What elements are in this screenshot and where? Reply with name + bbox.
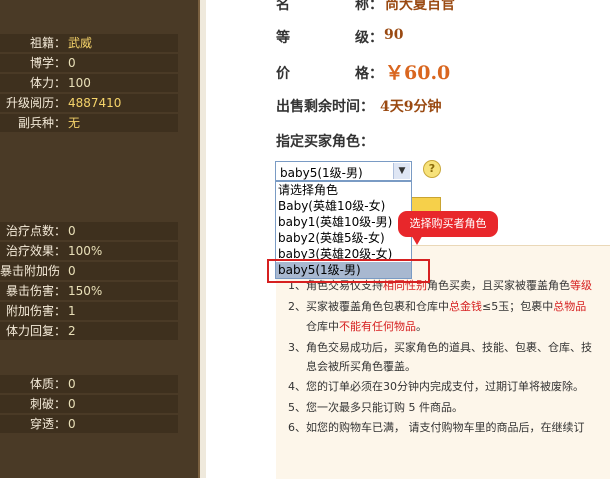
- stat-value: 0: [68, 224, 76, 238]
- price-label-right: 格：: [355, 66, 383, 82]
- stat-row: 暴击附加伤害：0: [0, 262, 178, 296]
- stat-row: 附加伤害： 1: [0, 302, 178, 320]
- stat-row: 副兵种：无: [0, 114, 178, 132]
- stat-label: 体力回复：: [5, 324, 66, 338]
- stat-row: 博学： 0: [0, 54, 178, 72]
- stat-value: 0: [68, 397, 76, 411]
- stat-row: 治疗点数： 0: [0, 222, 178, 240]
- role-option[interactable]: baby1(英雄10级-男): [276, 214, 411, 230]
- callout-tooltip: 选择购买者角色: [398, 211, 498, 237]
- stat-label: 体力：: [29, 76, 66, 90]
- stat-value: 1: [68, 304, 76, 318]
- name-label-right: 称：: [355, 0, 383, 13]
- time-remaining-label: 出售剩余时间：: [276, 99, 374, 115]
- stat-row: 祖籍： 武威: [0, 34, 178, 52]
- note-2-cont: 仓库中不能有任何物品。: [306, 320, 427, 333]
- panel-divider: [200, 0, 206, 478]
- note-2: 2、买家被覆盖角色包裹和仓库中总金钱≤5玉；包裹中总物品: [288, 300, 587, 313]
- stat-row: 升级阅历： 4887410: [0, 94, 178, 112]
- buyer-role-select[interactable]: baby5(1级-男) ▼: [275, 161, 412, 181]
- stat-label: 升级阅历：: [5, 96, 66, 110]
- item-price-value: ￥60.0: [385, 62, 451, 84]
- selected-option-highlight: [267, 259, 430, 283]
- stat-value: 100: [68, 76, 91, 90]
- select-current-value: baby5(1级-男): [280, 166, 363, 180]
- stat-value: 无: [68, 116, 81, 130]
- stat-value: 0: [68, 417, 76, 431]
- stat-row: 暴击伤害： 150%: [0, 282, 178, 300]
- stat-value: 100%: [68, 244, 103, 258]
- stat-value: 150%: [68, 284, 103, 298]
- item-name-value: 尚大夏百官: [385, 0, 455, 13]
- role-option[interactable]: baby2(英雄5级-女): [276, 230, 411, 246]
- stat-row: 刺破： 0: [0, 395, 178, 413]
- note-5: 5、您一次最多只能订购 5 件商品。: [288, 401, 463, 414]
- role-option[interactable]: Baby(英雄10级-女): [276, 198, 411, 214]
- stat-row: 体力： 100: [0, 74, 178, 92]
- stat-value: 2: [68, 324, 76, 338]
- stat-value: 武威: [68, 36, 93, 50]
- stat-value: 0: [68, 264, 76, 278]
- role-option[interactable]: 请选择角色: [276, 182, 411, 198]
- note-6: 6、如您的购物车已满， 请支付购物车里的商品后，在继续订: [288, 421, 585, 434]
- price-label-left: 价: [276, 66, 290, 82]
- stat-label: 穿透：: [29, 417, 66, 431]
- stat-label: 副兵种：: [17, 116, 66, 130]
- time-remaining-value: 4天9分钟: [380, 99, 442, 115]
- note-3-cont: 息会被所买角色覆盖。: [306, 360, 416, 373]
- stat-label: 祖籍：: [29, 36, 66, 50]
- stat-value: 4887410: [68, 96, 122, 110]
- stat-label: 暴击伤害：: [5, 284, 66, 298]
- character-stats-panel: 祖籍： 武威 博学： 0 体力： 100 升级阅历： 4887410 副兵种：无 治疗点数： 0 治…: [0, 0, 200, 478]
- stat-value: 0: [68, 377, 76, 391]
- buyer-role-label: 指定买家角色：: [276, 134, 374, 150]
- stat-row: 体力回复： 2: [0, 322, 178, 340]
- stat-row: 体质： 0: [0, 375, 178, 393]
- level-label-right: 级：: [355, 30, 383, 46]
- stat-label: 附加伤害：: [5, 304, 66, 318]
- stat-label: 治疗效果：: [5, 244, 66, 258]
- stat-label: 博学：: [29, 56, 66, 70]
- stat-label: 治疗点数：: [5, 224, 66, 238]
- stat-label: 体质：: [29, 377, 66, 391]
- stat-row: 治疗效果： 100%: [0, 242, 178, 260]
- help-icon[interactable]: ?: [423, 160, 441, 178]
- note-4: 4、您的订单必须在30分钟内完成支付，过期订单将被废除。: [288, 380, 584, 393]
- stat-label: 刺破：: [29, 397, 66, 411]
- note-3: 3、角色交易成功后，买家角色的道具、技能、包裹、仓库、技: [288, 341, 592, 354]
- name-label-left: 名: [276, 0, 290, 13]
- chevron-down-icon[interactable]: ▼: [393, 163, 410, 179]
- item-level-value: 90: [384, 27, 404, 43]
- level-label-left: 等: [276, 30, 290, 46]
- stat-row: 穿透： 0: [0, 415, 178, 433]
- stat-value: 0: [68, 56, 76, 70]
